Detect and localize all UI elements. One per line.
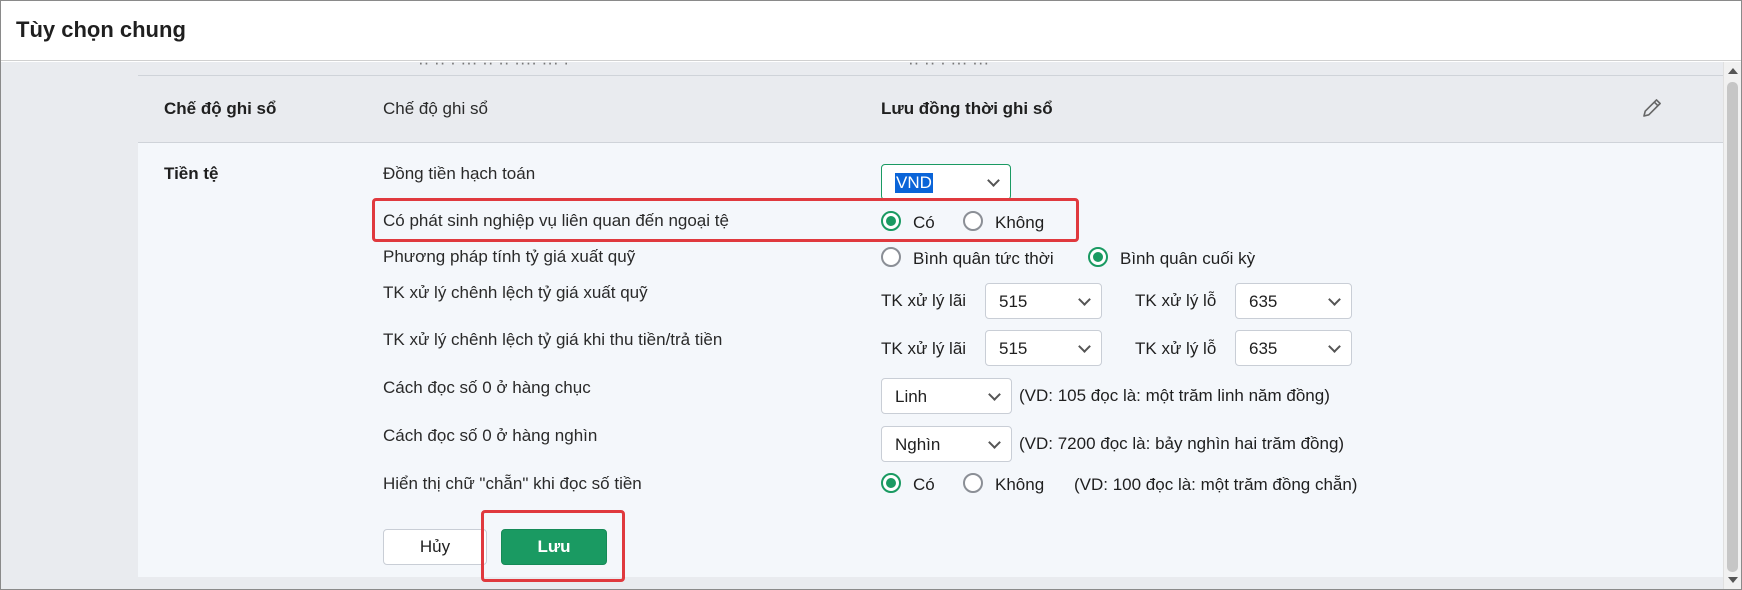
diff-pay-label: TK xử lý chênh lệch tỷ giá khi thu tiền/… [383, 330, 723, 349]
chevron-down-icon [1328, 340, 1341, 353]
diff-pay-gain-select[interactable]: 515 [985, 330, 1102, 366]
chevron-down-icon [988, 436, 1001, 449]
diff-out-gain-label: TK xử lý lãi [881, 291, 967, 310]
scroll-thumb[interactable] [1727, 82, 1738, 572]
diff-pay-gain-value: 515 [999, 339, 1028, 358]
diff-out-loss-value: 635 [1249, 292, 1278, 311]
zero-tens-example: (VD: 105 đọc là: một trăm linh năm đồng) [1019, 386, 1330, 405]
even-word-yes-label[interactable]: Có [913, 475, 935, 495]
highlight-save-button [481, 510, 625, 582]
accounting-currency-value: VND [895, 173, 933, 193]
rate-method-option2-radio[interactable] [1088, 247, 1108, 267]
scroll-down-icon[interactable] [1728, 577, 1738, 583]
zero-tens-label: Cách đọc số 0 ở hàng chục [383, 378, 591, 397]
diff-pay-loss-select[interactable]: 635 [1235, 330, 1352, 366]
diff-out-loss-label: TK xử lý lỗ [1135, 291, 1217, 310]
dialog-header: Tùy chọn chung [1, 1, 1741, 61]
zero-tens-select[interactable]: Linh [881, 378, 1012, 414]
diff-pay-loss-value: 635 [1249, 339, 1278, 358]
chevron-down-icon [1078, 293, 1091, 306]
highlight-foreign-currency [372, 198, 1079, 242]
cancel-button[interactable]: Hủy [383, 529, 487, 565]
rate-method-option1-radio[interactable] [881, 247, 901, 267]
diff-out-loss-select[interactable]: 635 [1235, 283, 1352, 319]
cutoff-text-right: ·· ·· · ··· ··· [908, 53, 990, 65]
vertical-scrollbar[interactable] [1723, 62, 1741, 589]
diff-pay-loss-label: TK xử lý lỗ [1135, 339, 1217, 358]
rate-method-option1-label[interactable]: Bình quân tức thời [913, 249, 1054, 269]
rate-method-label: Phương pháp tính tỷ giá xuất quỹ [383, 247, 636, 266]
chevron-down-icon [1078, 340, 1091, 353]
mode-row: Chế độ ghi sổ Chế độ ghi sổ Lưu đồng thờ… [138, 77, 1723, 143]
scroll-up-icon[interactable] [1728, 68, 1738, 74]
accounting-currency-label: Đồng tiền hạch toán [383, 164, 536, 183]
even-word-label: Hiển thị chữ "chẵn" khi đọc số tiền [383, 474, 642, 493]
even-word-example: (VD: 100 đọc là: một trăm đồng chẵn) [1074, 475, 1358, 494]
zero-thousands-select[interactable]: Nghìn [881, 426, 1012, 462]
zero-thousands-example: (VD: 7200 đọc là: bảy nghìn hai trăm đồn… [1019, 434, 1345, 453]
diff-out-gain-select[interactable]: 515 [985, 283, 1102, 319]
chevron-down-icon [1328, 293, 1341, 306]
mode-setting-label: Chế độ ghi sổ [383, 99, 488, 118]
edit-pencil-icon[interactable] [1641, 97, 1663, 124]
currency-section-label: Tiền tệ [164, 164, 219, 183]
accounting-currency-select[interactable]: VND [881, 164, 1011, 200]
diff-out-gain-value: 515 [999, 292, 1028, 311]
rate-method-option2-label[interactable]: Bình quân cuối kỳ [1120, 249, 1255, 269]
chevron-down-icon [987, 174, 1000, 187]
mode-section-label: Chế độ ghi sổ [164, 99, 277, 118]
previous-row-cutoff: ·· ·· · ··· ·· ·· ···· ··· · ·· ·· · ···… [138, 53, 1723, 76]
diff-pay-gain-label: TK xử lý lãi [881, 339, 967, 358]
dialog-title: Tùy chọn chung [16, 17, 186, 42]
zero-thousands-value: Nghìn [895, 435, 941, 454]
cutoff-text-left: ·· ·· · ··· ·· ·· ···· ··· · [418, 53, 570, 65]
diff-out-label: TK xử lý chênh lệch tỷ giá xuất quỹ [383, 283, 648, 302]
even-word-yes-radio[interactable] [881, 473, 901, 493]
zero-thousands-label: Cách đọc số 0 ở hàng nghìn [383, 426, 598, 445]
chevron-down-icon [988, 388, 1001, 401]
even-word-no-label[interactable]: Không [995, 475, 1044, 495]
even-word-no-radio[interactable] [963, 473, 983, 493]
zero-tens-value: Linh [895, 387, 928, 406]
mode-value: Lưu đồng thời ghi sổ [881, 99, 1053, 118]
